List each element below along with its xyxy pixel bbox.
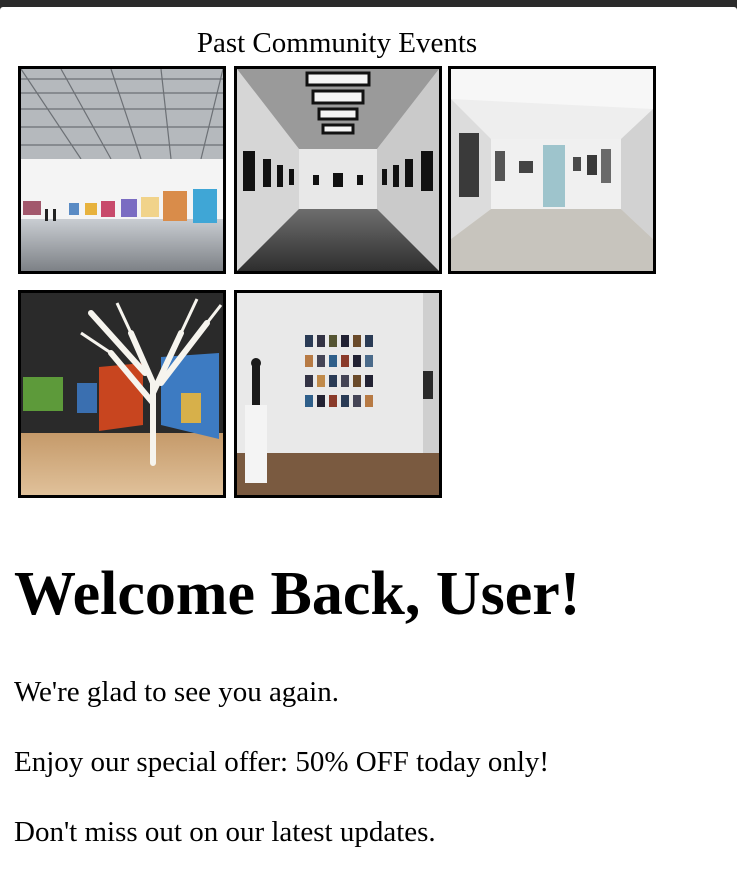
- gallery-title: Past Community Events: [196, 27, 478, 59]
- welcome-heading: Welcome Back, User!: [14, 560, 581, 628]
- gallery-image-2[interactable]: [234, 66, 442, 274]
- window-top-edge: [0, 0, 737, 10]
- special-offer-text: Enjoy our special offer: 50% OFF today o…: [14, 746, 550, 778]
- gallery-image-3[interactable]: [448, 66, 656, 274]
- gallery-image-5[interactable]: [234, 290, 442, 498]
- gallery-photo-4: [21, 293, 223, 495]
- updates-text: Don't miss out on our latest updates.: [14, 816, 436, 848]
- gallery-image-1[interactable]: [18, 66, 226, 274]
- gallery-photo-1: [21, 69, 223, 271]
- gallery-photo-2: [237, 69, 439, 271]
- gallery-photo-5: [237, 293, 439, 495]
- gallery-photo-3: [451, 69, 653, 271]
- gallery-image-4[interactable]: [18, 290, 226, 498]
- welcome-message: We're glad to see you again.: [14, 676, 339, 708]
